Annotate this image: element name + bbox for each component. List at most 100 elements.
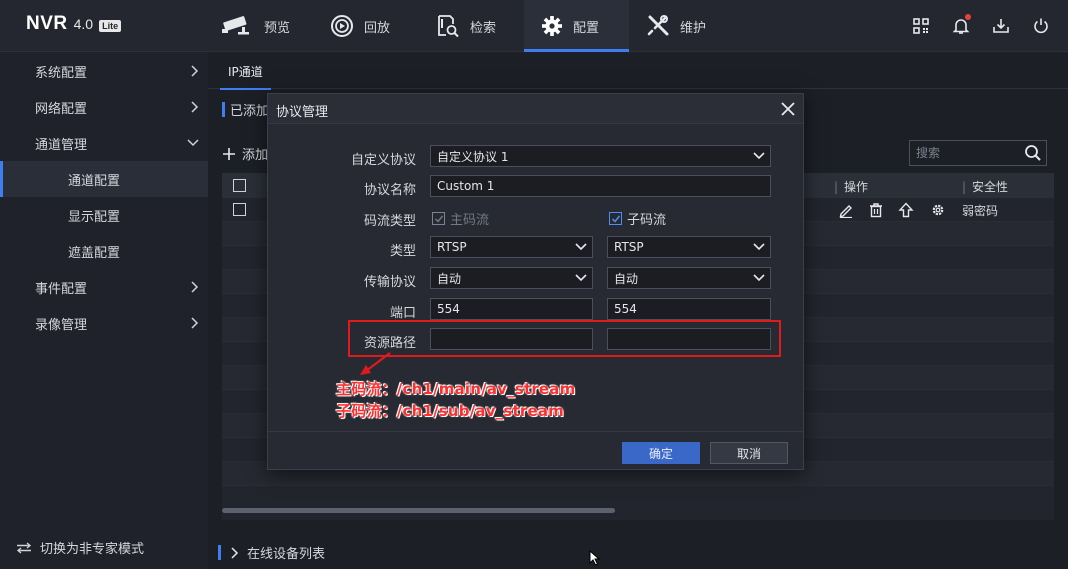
checkmark-icon — [434, 215, 443, 223]
qr-code-icon[interactable] — [910, 15, 932, 37]
section-title: 已添加 — [222, 100, 269, 119]
sub-stream-checkbox-label: 子码流 — [627, 213, 667, 228]
edit-icon[interactable] — [838, 202, 854, 218]
main-stream-transport-select[interactable]: 自动 — [430, 267, 593, 289]
protocol-name-label: 协议名称 — [363, 183, 416, 198]
delete-icon[interactable] — [868, 202, 884, 218]
sidebar-item-label: 录像管理 — [35, 317, 88, 333]
nav-maintenance-label: 维护 — [680, 20, 707, 36]
annotation-sub-stream-path: 子码流：/ch1/sub/av_stream — [336, 402, 565, 420]
sub-stream-checkbox[interactable]: 子码流 — [609, 209, 666, 228]
nav-playback-label: 回放 — [364, 20, 391, 36]
custom-protocol-label: 自定义协议 — [350, 153, 416, 168]
chevron-down-icon — [753, 243, 765, 251]
online-device-list-toggle[interactable]: 在线设备列表 — [218, 543, 325, 562]
chevron-down-icon — [575, 243, 587, 251]
nav-playback[interactable]: 回放 — [330, 0, 390, 52]
plus-icon — [223, 147, 235, 160]
online-device-list-label: 在线设备列表 — [247, 547, 326, 562]
sidebar-item-label: 网络配置 — [35, 101, 88, 117]
nav-preview-label: 预览 — [264, 20, 291, 36]
playback-icon — [330, 14, 354, 38]
main-stream-port-input[interactable] — [430, 298, 593, 320]
gear-icon — [541, 15, 563, 37]
tab-ip-channel-label: IP通道 — [228, 64, 263, 79]
sub-stream-transport-value: 自动 — [614, 271, 639, 286]
close-icon[interactable] — [779, 100, 797, 118]
sub-stream-transport-select[interactable]: 自动 — [607, 267, 771, 289]
chevron-right-icon — [191, 281, 199, 293]
brand-version: 4.0 — [73, 16, 94, 32]
main-stream-checkbox[interactable]: 主码流 — [432, 209, 489, 228]
tools-icon — [646, 14, 670, 38]
sub-stream-port-input[interactable] — [607, 298, 771, 320]
upgrade-arrow-icon[interactable] — [898, 202, 914, 218]
settings-gear-icon[interactable] — [930, 202, 946, 218]
cancel-button[interactable]: 取消 — [710, 442, 788, 464]
sidebar-item-display-config[interactable]: 显示配置 — [0, 197, 208, 233]
sidebar-item-mask-config[interactable]: 遮盖配置 — [0, 233, 208, 269]
custom-protocol-select[interactable]: 自定义协议 1 — [430, 145, 771, 167]
add-channel-label: 添加 — [242, 148, 269, 163]
protocol-name-input[interactable] — [430, 175, 771, 197]
sidebar-item-system-config[interactable]: 系统配置 — [0, 53, 208, 89]
checkmark-icon — [611, 215, 620, 223]
nav-config-label: 配置 — [573, 20, 600, 36]
nav-search[interactable]: 检索 — [436, 0, 496, 52]
row-checkbox[interactable] — [233, 203, 246, 216]
confirm-button[interactable]: 确定 — [622, 442, 700, 464]
chevron-right-icon — [191, 65, 199, 77]
dialog-title: 协议管理 — [276, 105, 329, 120]
sidebar-item-label: 遮盖配置 — [68, 245, 121, 261]
section-accent-bar — [218, 545, 221, 560]
checkbox-box — [432, 212, 445, 225]
sidebar-item-network-config[interactable]: 网络配置 — [0, 89, 208, 125]
port-label: 端口 — [389, 306, 416, 321]
main-stream-checkbox-label: 主码流 — [450, 213, 490, 228]
brand-name: NVR — [26, 13, 68, 34]
sub-stream-type-select[interactable]: RTSP — [607, 236, 771, 258]
transport-label: 传输协议 — [363, 275, 416, 290]
chevron-down-icon — [753, 152, 765, 160]
notification-badge — [965, 14, 971, 20]
sidebar: 系统配置 网络配置 通道管理 通道配置 显示配置 遮盖配置 事件配置 录像管理 … — [0, 53, 208, 569]
sidebar-item-recording-management[interactable]: 录像管理 — [0, 305, 208, 341]
sub-stream-type-value: RTSP — [614, 240, 644, 254]
tab-bar: IP通道 — [208, 53, 1068, 90]
main-stream-type-select[interactable]: RTSP — [430, 236, 593, 258]
horizontal-scrollbar[interactable] — [222, 508, 615, 513]
select-all-checkbox[interactable] — [233, 179, 246, 192]
stream-type-label: 码流类型 — [363, 214, 416, 229]
sidebar-item-label: 通道配置 — [68, 173, 121, 189]
swap-arrows-icon — [16, 541, 32, 554]
download-icon[interactable] — [990, 15, 1012, 37]
nav-search-label: 检索 — [470, 20, 497, 36]
chevron-right-icon — [231, 546, 239, 559]
search-input[interactable] — [916, 144, 1020, 162]
sidebar-item-channel-management[interactable]: 通道管理 — [0, 125, 208, 161]
notification-bell-icon[interactable] — [950, 14, 972, 37]
sidebar-item-event-config[interactable]: 事件配置 — [0, 269, 208, 305]
power-icon[interactable] — [1030, 15, 1052, 37]
nav-maintenance[interactable]: 维护 — [646, 0, 706, 52]
chevron-right-icon — [191, 317, 199, 329]
sidebar-item-channel-config[interactable]: 通道配置 — [0, 161, 208, 197]
nav-preview[interactable]: 预览 — [222, 0, 290, 52]
dialog-footer: 确定 取消 — [268, 431, 803, 469]
tab-ip-channel[interactable]: IP通道 — [220, 53, 271, 90]
main-stream-type-value: RTSP — [437, 240, 467, 254]
brand-logo: NVR 4.0 Lite — [26, 13, 122, 35]
chevron-down-icon — [187, 139, 199, 147]
sidebar-item-label: 显示配置 — [68, 209, 121, 225]
annotation-main-stream-path: 主码流：/ch1/main/av_stream — [336, 380, 576, 398]
search-file-icon — [436, 14, 460, 38]
top-bar: NVR 4.0 Lite 预览 回放 检索 配置 维护 — [0, 0, 1068, 52]
section-accent-bar — [222, 102, 225, 117]
section-title-text: 已添加 — [230, 104, 270, 119]
add-channel-button[interactable]: 添加 — [222, 144, 268, 163]
sidebar-item-label: 事件配置 — [35, 281, 88, 297]
switch-mode-button[interactable]: 切换为非专家模式 — [16, 538, 144, 557]
search-icon[interactable] — [1024, 144, 1042, 162]
sidebar-item-label: 系统配置 — [35, 65, 88, 81]
nav-config[interactable]: 配置 — [524, 0, 629, 52]
